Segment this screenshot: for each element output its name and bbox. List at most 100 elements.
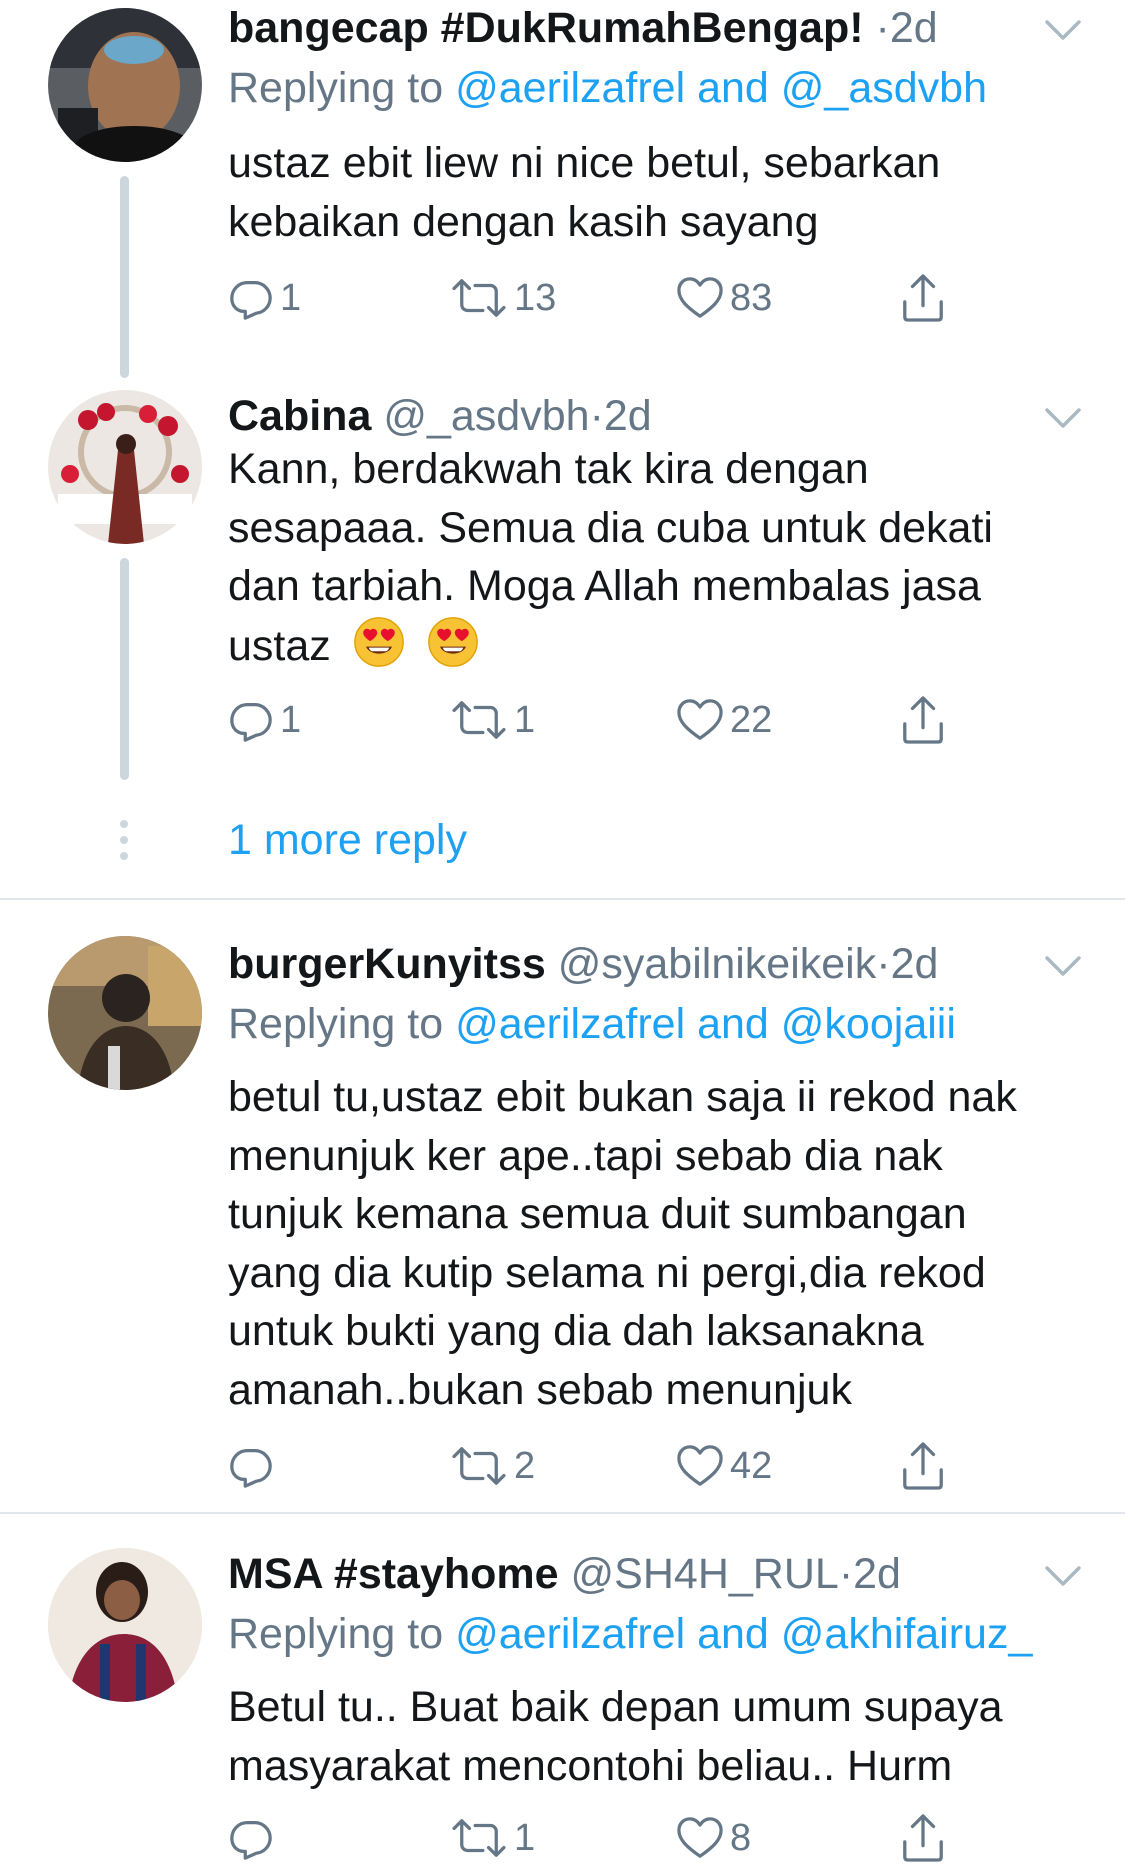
like-count: 22 — [730, 698, 773, 741]
avatar[interactable] — [48, 936, 202, 1090]
replying-prefix: Replying to — [228, 1610, 444, 1658]
action-bar: 1 13 83 — [228, 268, 968, 328]
mentions-link[interactable]: @aerilzafrel and @akhifairuz_ — [455, 1610, 1032, 1658]
tweet-text: Betul tu.. Buat baik depan umum supaya m… — [228, 1683, 1003, 1790]
separator: · — [876, 940, 891, 988]
user-handle[interactable]: @_asdvbh — [383, 392, 589, 440]
timestamp[interactable]: 2d — [891, 940, 939, 988]
tweet-header: Cabina @_asdvbh·2d — [228, 388, 1005, 444]
heart-icon — [676, 1815, 724, 1861]
avatar[interactable] — [48, 1548, 202, 1702]
share-icon — [900, 1813, 946, 1863]
retweet-icon — [450, 1443, 508, 1489]
retweet-count: 13 — [514, 276, 557, 319]
user-handle[interactable]: @syabilnikeikeik — [558, 940, 877, 988]
reply-icon — [228, 697, 274, 743]
reply-icon — [228, 1815, 274, 1861]
tweet-3[interactable]: burgerKunyitss @syabilnikeikeik·2d Reply… — [0, 930, 1125, 1510]
like-button[interactable]: 8 — [676, 1808, 751, 1868]
retweet-button[interactable]: 1 — [450, 690, 535, 750]
like-button[interactable]: 22 — [676, 690, 772, 750]
heart-icon — [676, 275, 724, 321]
retweet-count: 1 — [514, 698, 536, 741]
display-name[interactable]: MSA #stayhome — [228, 1550, 559, 1598]
share-button[interactable] — [900, 1808, 946, 1868]
retweet-button[interactable]: 13 — [450, 268, 556, 328]
replies-feed: bangecap #DukRumahBengap! ·2d Replying t… — [0, 0, 1125, 1869]
heart-eyes-emoji-icon — [427, 616, 479, 668]
action-bar: 1 1 22 — [228, 690, 968, 750]
tweet-4[interactable]: MSA #stayhome @SH4H_RUL·2d Replying to @… — [0, 1540, 1125, 1869]
like-button[interactable]: 83 — [676, 268, 772, 328]
timestamp[interactable]: 2d — [604, 392, 652, 440]
reply-count: 1 — [280, 276, 302, 319]
display-name[interactable]: bangecap #DukRumahBengap! — [228, 4, 864, 52]
action-bar: 1 8 — [228, 1808, 968, 1868]
replying-prefix: Replying to — [228, 64, 444, 112]
tweet-2[interactable]: Cabina @_asdvbh·2d Kann, berdakwah tak k… — [0, 382, 1125, 802]
reply-count: 1 — [280, 698, 302, 741]
chevron-down-icon[interactable] — [1039, 942, 1087, 990]
tweet-header: bangecap #DukRumahBengap! ·2d — [228, 0, 1005, 56]
separator: · — [838, 1550, 854, 1598]
retweet-count: 2 — [514, 1444, 536, 1487]
thread-line — [120, 176, 129, 378]
share-button[interactable] — [900, 1436, 946, 1496]
retweet-button[interactable]: 1 — [450, 1808, 535, 1868]
replying-to: Replying to @aerilzafrel and @_asdvbh — [228, 60, 1085, 116]
share-button[interactable] — [900, 268, 946, 328]
heart-icon — [676, 697, 724, 743]
like-count: 83 — [730, 276, 773, 319]
avatar[interactable] — [48, 8, 202, 162]
timestamp[interactable]: 2d — [890, 4, 938, 52]
replying-to: Replying to @aerilzafrel and @koojaiii — [228, 996, 1085, 1052]
like-count: 42 — [730, 1444, 773, 1487]
timestamp[interactable]: 2d — [853, 1550, 901, 1598]
retweet-button[interactable]: 2 — [450, 1436, 535, 1496]
user-handle[interactable]: @SH4H_RUL — [571, 1550, 839, 1598]
mentions-link[interactable]: @aerilzafrel and @_asdvbh — [455, 64, 987, 112]
reply-button[interactable] — [228, 1808, 280, 1868]
like-count: 8 — [730, 1816, 752, 1859]
display-name[interactable]: burgerKunyitss — [228, 940, 546, 988]
retweet-icon — [450, 697, 508, 743]
share-icon — [900, 1441, 946, 1491]
separator: · — [589, 392, 604, 440]
replying-prefix: Replying to — [228, 1000, 444, 1048]
more-dots-icon — [120, 820, 128, 860]
chevron-down-icon[interactable] — [1039, 394, 1087, 442]
divider — [0, 898, 1125, 900]
divider — [0, 1512, 1125, 1514]
heart-eyes-emoji-icon — [353, 616, 405, 668]
tweet-text: betul tu,ustaz ebit bukan saja ii rekod … — [228, 1073, 1017, 1414]
like-button[interactable]: 42 — [676, 1436, 772, 1496]
separator: · — [875, 4, 890, 52]
chevron-down-icon[interactable] — [1039, 6, 1087, 54]
retweet-count: 1 — [514, 1816, 536, 1859]
tweet-header: MSA #stayhome @SH4H_RUL·2d — [228, 1546, 1005, 1602]
reply-button[interactable]: 1 — [228, 268, 301, 328]
chevron-down-icon[interactable] — [1039, 1552, 1087, 1600]
reply-icon — [228, 275, 274, 321]
more-replies-link[interactable]: 1 more reply — [228, 812, 467, 868]
mentions-link[interactable]: @aerilzafrel and @koojaiii — [455, 1000, 956, 1048]
share-icon — [900, 273, 946, 323]
retweet-icon — [450, 1815, 508, 1861]
action-bar: 2 42 — [228, 1436, 968, 1496]
avatar[interactable] — [48, 390, 202, 544]
reply-button[interactable]: 1 — [228, 690, 301, 750]
replying-to: Replying to @aerilzafrel and @akhifairuz… — [228, 1606, 1085, 1662]
tweet-text: ustaz ebit liew ni nice betul, sebarkan … — [228, 139, 941, 246]
thread-line — [120, 558, 129, 780]
tweet-text: Kann, berdakwah tak kira dengan sesapaaa… — [228, 440, 1089, 675]
retweet-icon — [450, 275, 508, 321]
tweet-1[interactable]: bangecap #DukRumahBengap! ·2d Replying t… — [0, 0, 1125, 380]
tweet-header: burgerKunyitss @syabilnikeikeik·2d — [228, 936, 1005, 992]
reply-icon — [228, 1443, 274, 1489]
tweet-text-body: Kann, berdakwah tak kira dengan sesapaaa… — [228, 445, 993, 670]
share-icon — [900, 695, 946, 745]
display-name[interactable]: Cabina — [228, 392, 371, 440]
reply-button[interactable] — [228, 1436, 280, 1496]
heart-icon — [676, 1443, 724, 1489]
share-button[interactable] — [900, 690, 946, 750]
